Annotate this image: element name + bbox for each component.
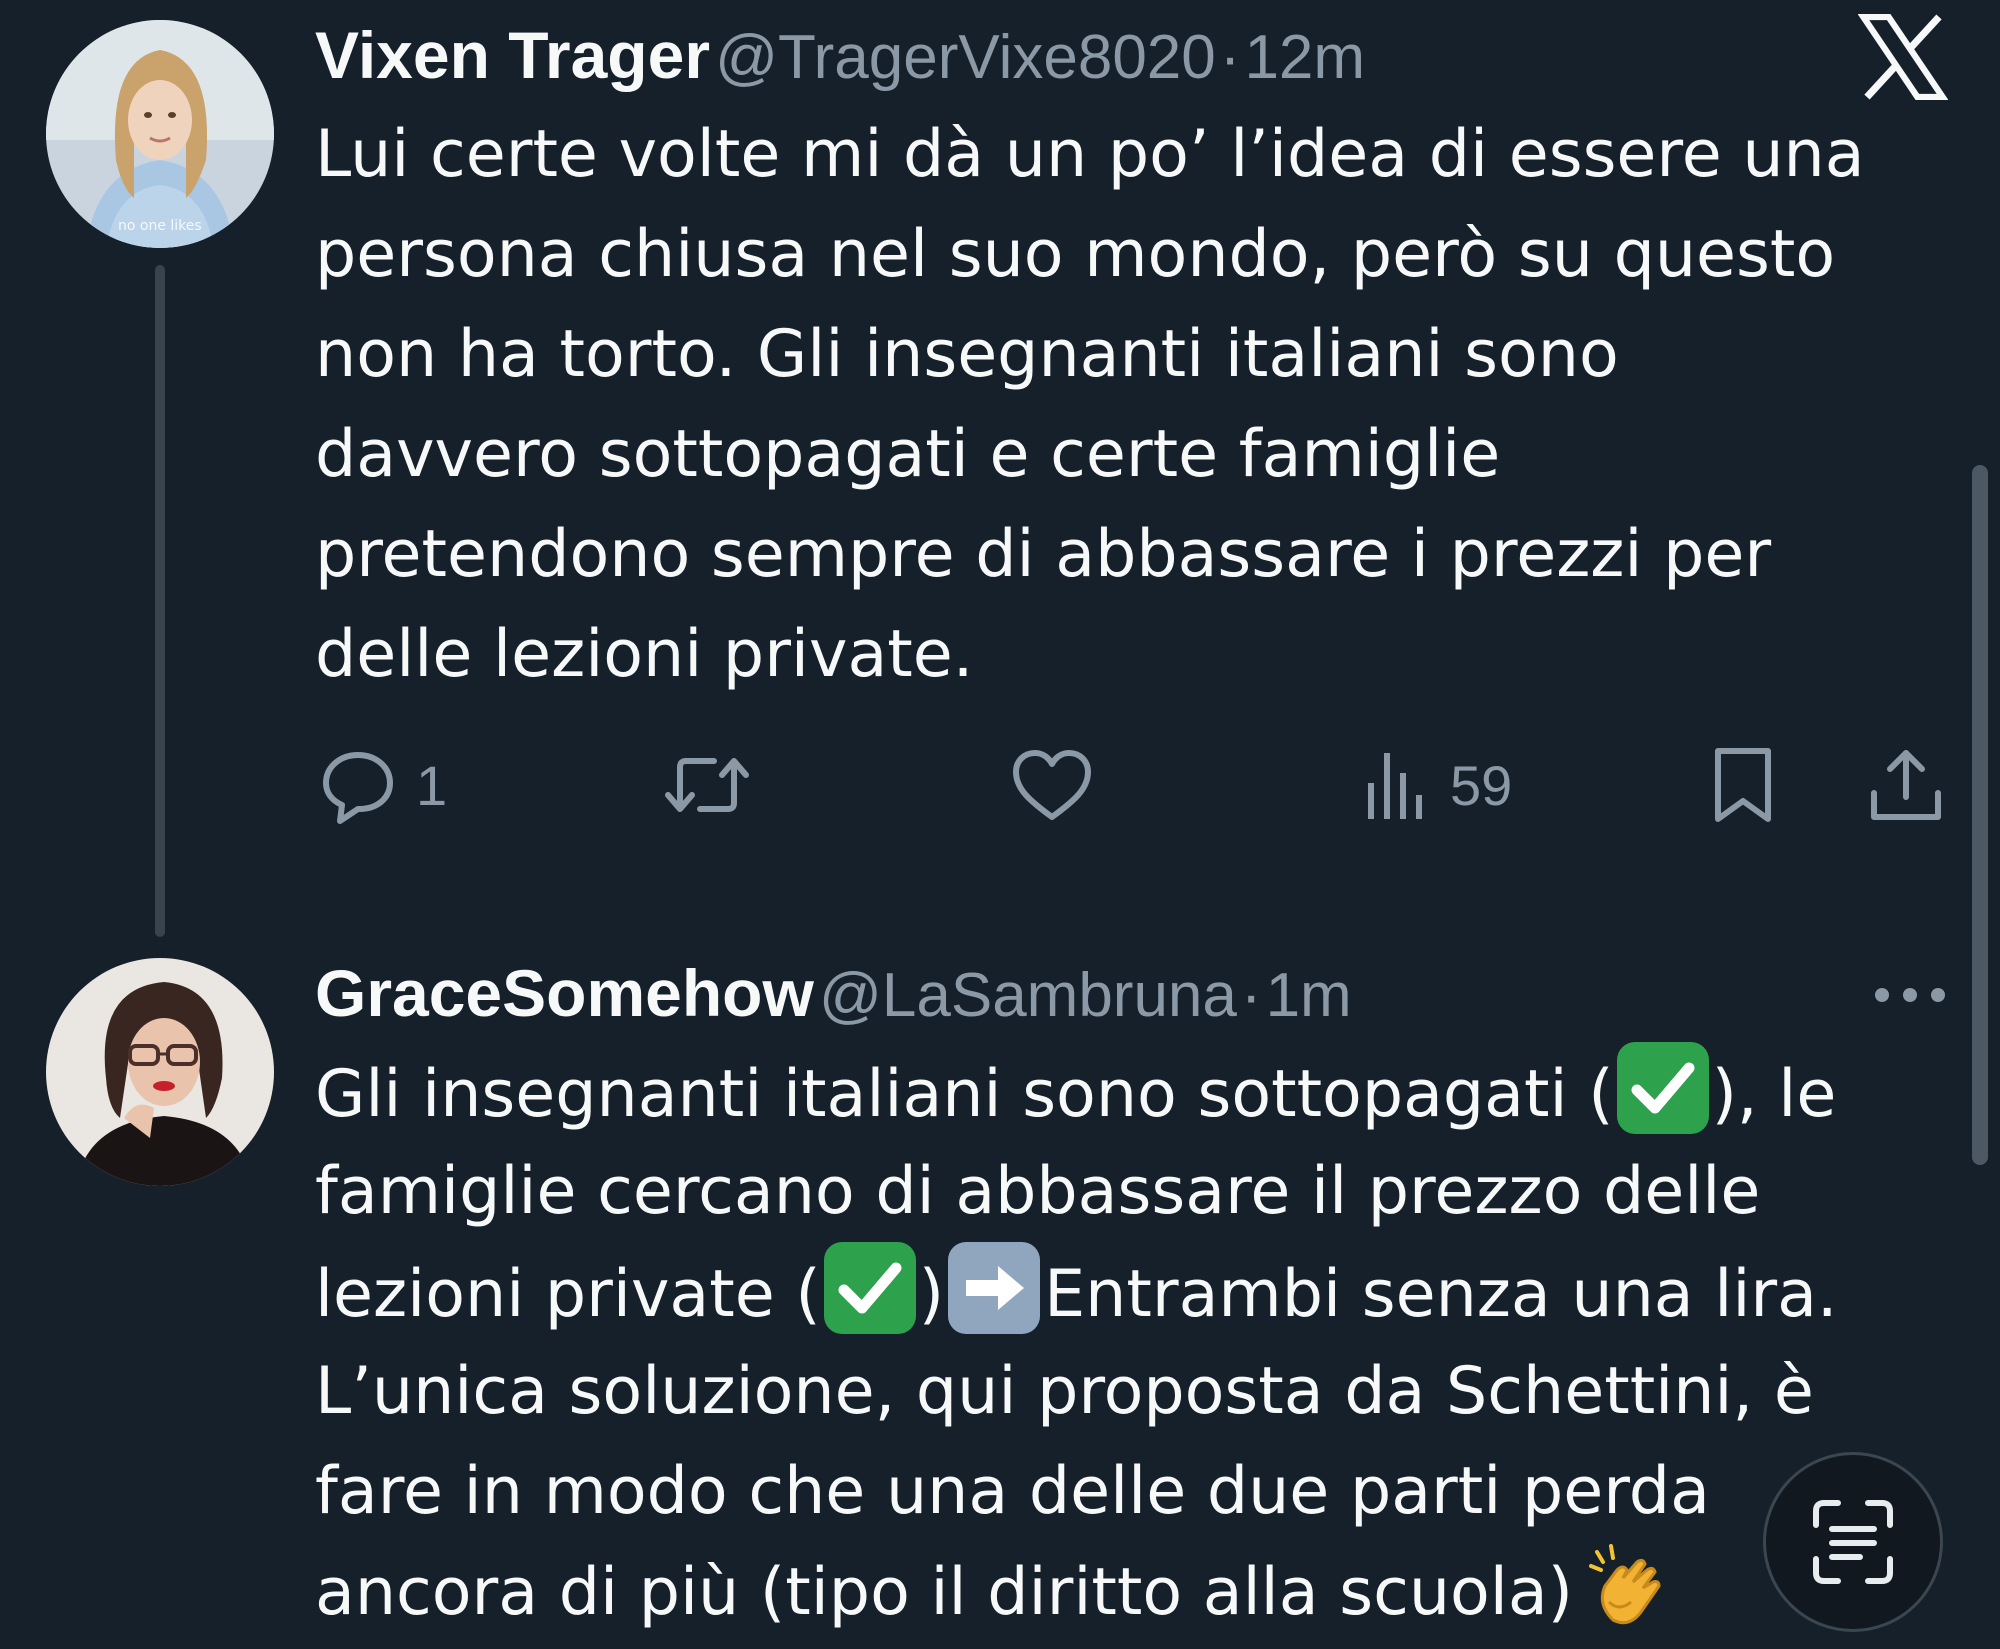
reply-count: 1 [416, 753, 448, 817]
scrollbar[interactable] [1972, 465, 1988, 1165]
tweet-text-line: delle lezioni private. [315, 617, 974, 692]
text-segment: ) [918, 1257, 945, 1332]
separator-dot: · [1219, 23, 1241, 92]
tweet-text-line: Lui certe volte mi dà un po’ l’idea di e… [315, 117, 1865, 192]
user-handle[interactable]: @TragerVixe8020 [715, 23, 1216, 92]
views-count: 59 [1450, 753, 1513, 817]
check-mark-button-emoji [1616, 1042, 1709, 1134]
retweet-button[interactable] [662, 745, 770, 825]
tweet-text-line: davvero sottopagati e certe famiglie [315, 417, 1501, 492]
tweet-text-line: L’unica soluzione, qui proposta da Schet… [315, 1354, 1814, 1429]
views-button[interactable]: 59 [1362, 745, 1512, 825]
avatar-grace-somehow[interactable] [46, 958, 274, 1186]
tweet-text-line: fare in modo che una delle due parti per… [315, 1454, 1710, 1529]
tweet-text: Lui certe volte mi dà un po’ l’idea di e… [315, 105, 1865, 705]
bookmark-button[interactable] [1708, 745, 1778, 825]
separator-dot: · [1240, 961, 1262, 1030]
tweet-text-line: ancora di più (tipo il diritto alla scuo… [315, 1542, 1838, 1642]
right-arrow-emoji [948, 1242, 1041, 1334]
tweet-text-line: non ha torto. Gli insegnanti italiani so… [315, 317, 1619, 392]
text-segment: lezioni private ( [315, 1257, 821, 1332]
tweet-text-line: lezioni private () Entrambi senza una lir… [315, 1242, 1838, 1342]
text-segment: ancora di più (tipo il diritto alla scuo… [315, 1555, 1574, 1630]
tweet-text-line: famiglie cercano di abbassare il prezzo … [315, 1154, 1761, 1229]
x-logo-icon[interactable] [1858, 14, 1948, 100]
avatar-vixen-trager[interactable]: no one likes [46, 20, 274, 248]
check-mark-button-emoji [823, 1242, 916, 1334]
text-segment: ), le [1711, 1057, 1837, 1132]
text-scan-button[interactable] [1763, 1452, 1943, 1632]
more-horizontal-icon[interactable] [1870, 975, 1950, 1015]
like-button[interactable] [1010, 745, 1112, 825]
tweet-header: Vixen Trager @TragerVixe8020·12m [315, 22, 1365, 89]
views-chart-icon [1368, 753, 1422, 819]
user-handle[interactable]: @LaSambruna [819, 961, 1237, 1030]
heart-icon [1013, 750, 1091, 820]
bookmark-icon [1715, 748, 1771, 822]
timestamp[interactable]: 12m [1244, 23, 1365, 92]
text-scan-icon [1813, 1500, 1893, 1584]
thread-connector-line [155, 265, 165, 937]
share-icon [1871, 750, 1941, 820]
display-name[interactable]: GraceSomehow [315, 956, 814, 1030]
text-segment: Entrambi senza una lira. [1044, 1257, 1838, 1332]
tweet-header: GraceSomehow @LaSambruna·1m [315, 960, 1352, 1027]
display-name[interactable]: Vixen Trager [315, 18, 710, 92]
retweet-icon [665, 758, 749, 812]
tweet-text-line: pretendono sempre di abbassare i prezzi … [315, 517, 1772, 592]
reply-icon [323, 752, 393, 824]
tweet-text-line: Gli insegnanti italiani sono sottopagati… [315, 1042, 1838, 1142]
text-segment: Gli insegnanti italiani sono sottopagati… [315, 1057, 1614, 1132]
avatar-caption: no one likes [118, 218, 202, 234]
reply-button[interactable]: 1 [318, 745, 447, 825]
share-button[interactable] [1866, 745, 1946, 825]
tweet-text-line: persona chiusa nel suo mondo, però su qu… [315, 217, 1836, 292]
tweet-text: Gli insegnanti italiani sono sottopagati… [315, 1042, 1838, 1642]
timestamp[interactable]: 1m [1266, 961, 1352, 1030]
clapping-hands-emoji [1583, 1542, 1673, 1632]
